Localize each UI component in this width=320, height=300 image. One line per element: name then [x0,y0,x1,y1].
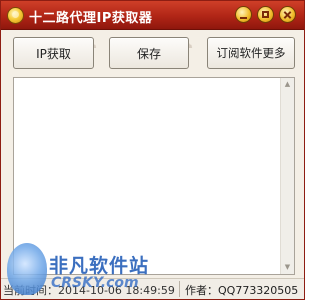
maximize-button[interactable] [257,6,274,23]
save-button[interactable]: 保存 [109,37,189,69]
subscribe-more-button[interactable]: 订阅软件更多 [207,37,295,69]
minimize-icon [240,17,247,19]
get-ip-button[interactable]: IP获取 [13,37,94,69]
window-title: 十二路代理IP获取器 [29,11,153,26]
vertical-scrollbar[interactable]: ▲ ▼ [280,78,294,274]
minimize-button[interactable] [235,6,252,23]
status-author: 作者：QQ773320505 [185,284,299,297]
status-current-time: 当前时间：2014-10-06 18:49:59 [3,284,175,297]
title-bar[interactable]: 十二路代理IP获取器 [1,1,304,30]
maximize-icon [262,11,269,18]
app-window: 十二路代理IP获取器 ☁ ☁ ☁ IP获取 保存 订阅软件更多 ▲ ▼ 当前时间… [0,0,305,300]
app-icon [7,7,24,24]
close-button[interactable] [279,6,296,23]
status-divider [179,281,180,297]
ip-output-textarea[interactable]: ▲ ▼ [13,77,295,275]
status-bar: 当前时间：2014-10-06 18:49:59 作者：QQ773320505 [1,278,304,299]
scroll-up-icon[interactable]: ▲ [283,81,292,88]
scroll-down-icon[interactable]: ▼ [283,264,292,271]
